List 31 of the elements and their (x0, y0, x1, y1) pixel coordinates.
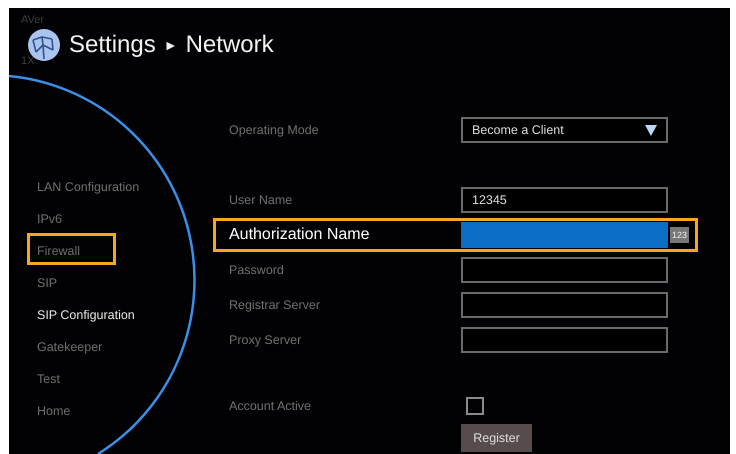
input-field[interactable] (461, 327, 668, 353)
breadcrumb-separator: ► (164, 37, 178, 53)
brand-logo-text: AVer (21, 14, 44, 26)
field-label: User Name (228, 193, 294, 207)
input-field[interactable]: 12345 (461, 187, 668, 213)
input-field[interactable] (461, 292, 668, 318)
field-label: Authorization Name (228, 226, 371, 244)
dropdown-arrow-icon (645, 124, 657, 136)
field-label: Account Active (228, 399, 312, 413)
menu-item[interactable]: SIP (27, 267, 68, 299)
menu-item[interactable]: Test (27, 363, 70, 395)
checkbox[interactable] (466, 397, 484, 415)
field-label: Operating Mode (228, 123, 320, 137)
menu-item[interactable]: IPv6 (27, 203, 72, 235)
field-label: Password (228, 263, 285, 277)
menu-item[interactable]: Gatekeeper (27, 331, 112, 363)
menu-item[interactable]: Firewall (27, 233, 116, 265)
field-label: Registrar Server (228, 298, 321, 312)
dropdown-value: Become a Client (472, 123, 564, 137)
input-mode-badge: 123 (670, 227, 690, 243)
breadcrumb-section: Settings (69, 31, 156, 59)
menu-item[interactable]: Home (27, 395, 80, 427)
page-title: Network (186, 31, 274, 59)
zoom-indicator: 1X (21, 55, 34, 67)
register-button[interactable]: Register (461, 424, 532, 452)
input-field[interactable] (461, 257, 668, 283)
input-field[interactable] (461, 222, 668, 248)
field-label: Proxy Server (228, 333, 302, 347)
mode-dropdown[interactable]: Become a Client (461, 117, 668, 143)
menu-item[interactable]: SIP Configuration (27, 299, 145, 331)
menu-item[interactable]: LAN Configuration (27, 171, 150, 203)
